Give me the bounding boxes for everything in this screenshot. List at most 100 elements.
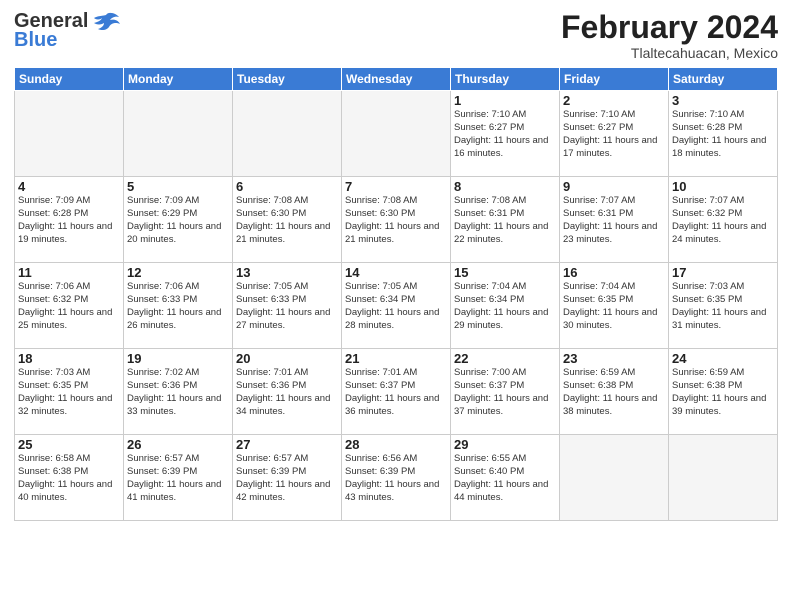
- calendar-cell: 16Sunrise: 7:04 AM Sunset: 6:35 PM Dayli…: [560, 263, 669, 349]
- calendar-cell: 4Sunrise: 7:09 AM Sunset: 6:28 PM Daylig…: [15, 177, 124, 263]
- day-number: 2: [563, 93, 665, 108]
- day-number: 24: [672, 351, 774, 366]
- day-info: Sunrise: 7:07 AM Sunset: 6:31 PM Dayligh…: [563, 195, 665, 246]
- day-info: Sunrise: 6:59 AM Sunset: 6:38 PM Dayligh…: [672, 367, 774, 418]
- day-of-week-header: Saturday: [669, 68, 778, 91]
- day-info: Sunrise: 7:03 AM Sunset: 6:35 PM Dayligh…: [18, 367, 120, 418]
- day-info: Sunrise: 7:00 AM Sunset: 6:37 PM Dayligh…: [454, 367, 556, 418]
- logo-blue-text: Blue: [14, 29, 57, 52]
- day-number: 19: [127, 351, 229, 366]
- calendar-cell: 6Sunrise: 7:08 AM Sunset: 6:30 PM Daylig…: [233, 177, 342, 263]
- calendar-cell: 12Sunrise: 7:06 AM Sunset: 6:33 PM Dayli…: [124, 263, 233, 349]
- day-number: 22: [454, 351, 556, 366]
- day-number: 15: [454, 265, 556, 280]
- day-number: 27: [236, 437, 338, 452]
- day-number: 10: [672, 179, 774, 194]
- day-number: 29: [454, 437, 556, 452]
- day-number: 13: [236, 265, 338, 280]
- day-info: Sunrise: 7:09 AM Sunset: 6:28 PM Dayligh…: [18, 195, 120, 246]
- day-info: Sunrise: 7:07 AM Sunset: 6:32 PM Dayligh…: [672, 195, 774, 246]
- day-of-week-header: Friday: [560, 68, 669, 91]
- calendar-cell: 17Sunrise: 7:03 AM Sunset: 6:35 PM Dayli…: [669, 263, 778, 349]
- day-info: Sunrise: 7:04 AM Sunset: 6:35 PM Dayligh…: [563, 281, 665, 332]
- logo: General Blue: [14, 10, 120, 52]
- calendar-cell: [15, 91, 124, 177]
- day-of-week-header: Wednesday: [342, 68, 451, 91]
- day-of-week-header: Monday: [124, 68, 233, 91]
- calendar-cell: 1Sunrise: 7:10 AM Sunset: 6:27 PM Daylig…: [451, 91, 560, 177]
- calendar-week-row: 11Sunrise: 7:06 AM Sunset: 6:32 PM Dayli…: [15, 263, 778, 349]
- day-info: Sunrise: 6:55 AM Sunset: 6:40 PM Dayligh…: [454, 453, 556, 504]
- day-info: Sunrise: 6:58 AM Sunset: 6:38 PM Dayligh…: [18, 453, 120, 504]
- calendar-cell: [233, 91, 342, 177]
- calendar-cell: 21Sunrise: 7:01 AM Sunset: 6:37 PM Dayli…: [342, 349, 451, 435]
- calendar-cell: [560, 435, 669, 521]
- day-info: Sunrise: 7:08 AM Sunset: 6:31 PM Dayligh…: [454, 195, 556, 246]
- day-info: Sunrise: 7:06 AM Sunset: 6:33 PM Dayligh…: [127, 281, 229, 332]
- calendar-cell: 26Sunrise: 6:57 AM Sunset: 6:39 PM Dayli…: [124, 435, 233, 521]
- day-info: Sunrise: 7:05 AM Sunset: 6:33 PM Dayligh…: [236, 281, 338, 332]
- calendar-cell: 10Sunrise: 7:07 AM Sunset: 6:32 PM Dayli…: [669, 177, 778, 263]
- calendar-cell: 7Sunrise: 7:08 AM Sunset: 6:30 PM Daylig…: [342, 177, 451, 263]
- title-block: February 2024 Tlaltecahuacan, Mexico: [561, 10, 778, 61]
- calendar-cell: 22Sunrise: 7:00 AM Sunset: 6:37 PM Dayli…: [451, 349, 560, 435]
- calendar-cell: [124, 91, 233, 177]
- day-of-week-header: Tuesday: [233, 68, 342, 91]
- day-info: Sunrise: 7:09 AM Sunset: 6:29 PM Dayligh…: [127, 195, 229, 246]
- day-number: 25: [18, 437, 120, 452]
- day-info: Sunrise: 6:57 AM Sunset: 6:39 PM Dayligh…: [127, 453, 229, 504]
- day-info: Sunrise: 7:08 AM Sunset: 6:30 PM Dayligh…: [345, 195, 447, 246]
- day-info: Sunrise: 6:56 AM Sunset: 6:39 PM Dayligh…: [345, 453, 447, 504]
- day-of-week-header: Thursday: [451, 68, 560, 91]
- calendar-header-row: SundayMondayTuesdayWednesdayThursdayFrid…: [15, 68, 778, 91]
- calendar-cell: 15Sunrise: 7:04 AM Sunset: 6:34 PM Dayli…: [451, 263, 560, 349]
- calendar-week-row: 4Sunrise: 7:09 AM Sunset: 6:28 PM Daylig…: [15, 177, 778, 263]
- day-number: 1: [454, 93, 556, 108]
- page-header: General Blue February 2024 Tlaltecahuaca…: [14, 10, 778, 61]
- day-info: Sunrise: 7:10 AM Sunset: 6:27 PM Dayligh…: [563, 109, 665, 160]
- day-info: Sunrise: 7:10 AM Sunset: 6:28 PM Dayligh…: [672, 109, 774, 160]
- day-info: Sunrise: 7:04 AM Sunset: 6:34 PM Dayligh…: [454, 281, 556, 332]
- day-number: 5: [127, 179, 229, 194]
- calendar-cell: 24Sunrise: 6:59 AM Sunset: 6:38 PM Dayli…: [669, 349, 778, 435]
- calendar-cell: 11Sunrise: 7:06 AM Sunset: 6:32 PM Dayli…: [15, 263, 124, 349]
- day-number: 17: [672, 265, 774, 280]
- calendar-cell: 2Sunrise: 7:10 AM Sunset: 6:27 PM Daylig…: [560, 91, 669, 177]
- day-number: 12: [127, 265, 229, 280]
- calendar-cell: 9Sunrise: 7:07 AM Sunset: 6:31 PM Daylig…: [560, 177, 669, 263]
- day-number: 8: [454, 179, 556, 194]
- calendar-cell: 3Sunrise: 7:10 AM Sunset: 6:28 PM Daylig…: [669, 91, 778, 177]
- calendar-cell: 13Sunrise: 7:05 AM Sunset: 6:33 PM Dayli…: [233, 263, 342, 349]
- day-number: 26: [127, 437, 229, 452]
- calendar-page: General Blue February 2024 Tlaltecahuaca…: [0, 0, 792, 612]
- calendar-cell: 28Sunrise: 6:56 AM Sunset: 6:39 PM Dayli…: [342, 435, 451, 521]
- day-number: 18: [18, 351, 120, 366]
- day-number: 4: [18, 179, 120, 194]
- day-number: 16: [563, 265, 665, 280]
- logo-bird-icon: [92, 11, 120, 33]
- calendar-cell: 20Sunrise: 7:01 AM Sunset: 6:36 PM Dayli…: [233, 349, 342, 435]
- day-number: 14: [345, 265, 447, 280]
- calendar-cell: 14Sunrise: 7:05 AM Sunset: 6:34 PM Dayli…: [342, 263, 451, 349]
- day-info: Sunrise: 6:59 AM Sunset: 6:38 PM Dayligh…: [563, 367, 665, 418]
- calendar-cell: 5Sunrise: 7:09 AM Sunset: 6:29 PM Daylig…: [124, 177, 233, 263]
- month-year-title: February 2024: [561, 10, 778, 45]
- day-number: 6: [236, 179, 338, 194]
- day-info: Sunrise: 6:57 AM Sunset: 6:39 PM Dayligh…: [236, 453, 338, 504]
- calendar-cell: 23Sunrise: 6:59 AM Sunset: 6:38 PM Dayli…: [560, 349, 669, 435]
- calendar-cell: 29Sunrise: 6:55 AM Sunset: 6:40 PM Dayli…: [451, 435, 560, 521]
- day-of-week-header: Sunday: [15, 68, 124, 91]
- day-number: 23: [563, 351, 665, 366]
- calendar-table: SundayMondayTuesdayWednesdayThursdayFrid…: [14, 67, 778, 521]
- day-number: 9: [563, 179, 665, 194]
- day-number: 3: [672, 93, 774, 108]
- day-number: 11: [18, 265, 120, 280]
- calendar-week-row: 18Sunrise: 7:03 AM Sunset: 6:35 PM Dayli…: [15, 349, 778, 435]
- calendar-week-row: 1 Sunrise: 7:10 AM Sunset: 6:27 PM Daylig…: [15, 91, 778, 177]
- day-info: Sunrise: 7:08 AM Sunset: 6:30 PM Dayligh…: [236, 195, 338, 246]
- day-number: 20: [236, 351, 338, 366]
- day-info: Sunrise: 7:03 AM Sunset: 6:35 PM Dayligh…: [672, 281, 774, 332]
- day-info: Sunrise: 7:05 AM Sunset: 6:34 PM Dayligh…: [345, 281, 447, 332]
- day-number: 21: [345, 351, 447, 366]
- calendar-cell: 8Sunrise: 7:08 AM Sunset: 6:31 PM Daylig…: [451, 177, 560, 263]
